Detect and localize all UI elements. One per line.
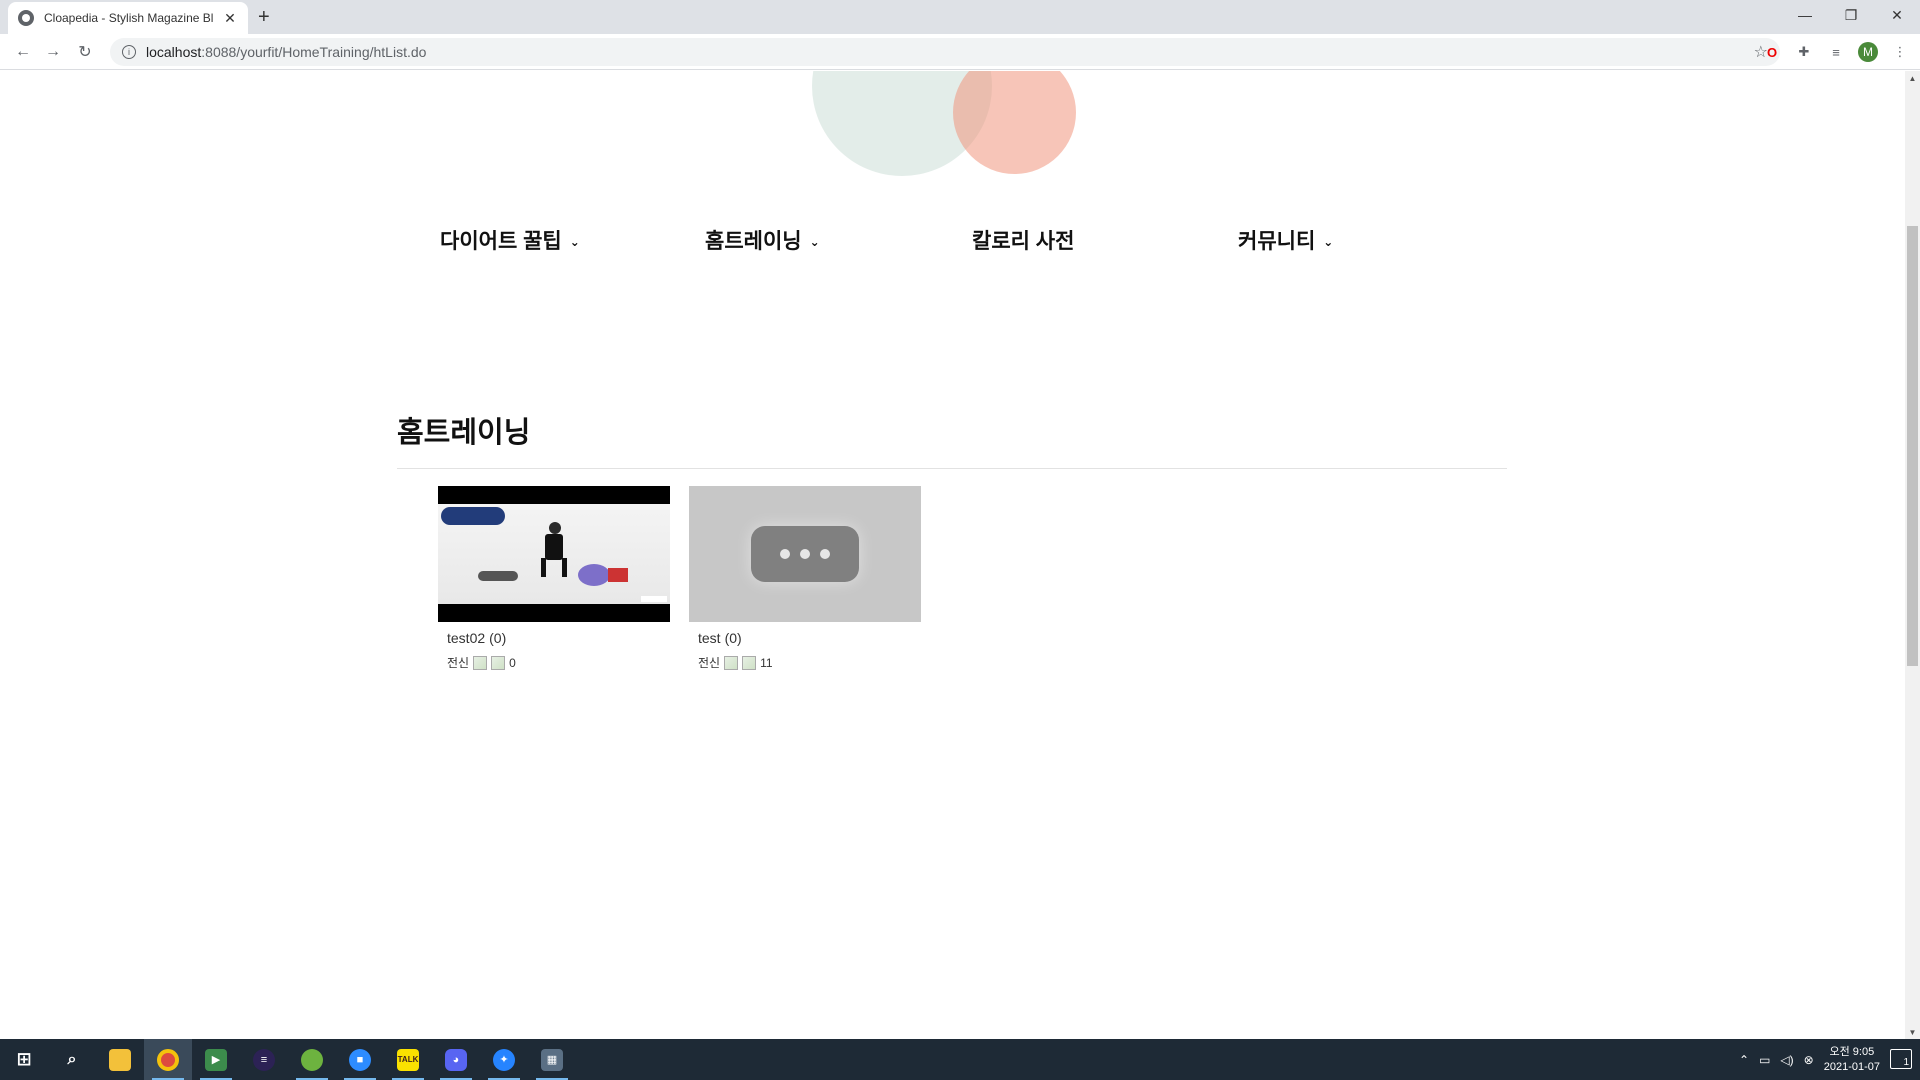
page-scrollbar[interactable]: ▲ ▼ <box>1905 71 1920 1039</box>
minimize-button[interactable]: — <box>1782 0 1828 30</box>
media-queue-icon[interactable]: ≡ <box>1826 42 1846 62</box>
restore-button[interactable]: ❐ <box>1828 0 1874 30</box>
network-icon[interactable]: ▭ <box>1759 1053 1770 1067</box>
scroll-thumb[interactable] <box>1907 226 1918 666</box>
scroll-up-arrow-icon[interactable]: ▲ <box>1905 71 1920 85</box>
clock-time: 오전 9:05 <box>1829 1045 1875 1058</box>
url-host: localhost <box>146 44 202 60</box>
card-meta: 전신 11 <box>689 654 921 671</box>
view-count: 11 <box>760 655 773 670</box>
discord-icon[interactable]: ◕ <box>432 1039 480 1080</box>
menu-item-label: 다이어트 꿀팁 <box>440 230 562 253</box>
comment-count: (0) <box>489 630 507 646</box>
volume-icon[interactable]: ◁) <box>1780 1053 1793 1067</box>
menu-item-label: 칼로리 사전 <box>972 230 1075 253</box>
trainer-figure <box>541 522 567 577</box>
close-window-button[interactable]: ✕ <box>1874 0 1920 30</box>
extension-area: O ✚ ≡ M ⋮ <box>1762 42 1910 62</box>
browser-tab[interactable]: Cloapedia - Stylish Magazine Bl ✕ <box>8 2 248 34</box>
sourcetree-icon[interactable]: ✦ <box>480 1039 528 1080</box>
chevron-up-icon[interactable]: ⌃ <box>1739 1053 1749 1067</box>
card-title[interactable]: test02 (0) <box>438 630 670 646</box>
card-title-text: test <box>698 630 721 646</box>
chevron-down-icon: ⌄ <box>569 235 580 249</box>
kebab-menu-icon[interactable]: ⋮ <box>1890 42 1910 62</box>
browser-tab-strip: Cloapedia - Stylish Magazine Bl ✕ + — ❐ … <box>0 0 1920 34</box>
calculator-icon[interactable]: ▦ <box>528 1039 576 1080</box>
forward-arrow-icon[interactable]: → <box>42 41 64 63</box>
taskbar: ⊞ ⌕ ▶ ≡ ■ TALK ◕ ✦ ▦ ⌃ ▭ ◁) ⊗ 오전 9:05 20… <box>0 1039 1920 1080</box>
profile-avatar[interactable]: M <box>1858 42 1878 62</box>
dumbbells <box>478 571 518 581</box>
exercise-ball <box>578 564 610 586</box>
back-arrow-icon[interactable]: ← <box>12 41 34 63</box>
broken-image-icon <box>742 655 757 670</box>
broken-image-icon <box>473 655 488 670</box>
zoom-icon[interactable]: ■ <box>336 1039 384 1080</box>
chevron-down-icon: ⌄ <box>809 235 820 249</box>
puzzle-extensions-icon[interactable]: ✚ <box>1794 42 1814 62</box>
window-controls: — ❐ ✕ <box>1782 0 1920 30</box>
new-tab-button[interactable]: + <box>258 6 270 29</box>
card-meta: 전신 0 <box>438 654 670 671</box>
windows-start-icon[interactable]: ⊞ <box>0 1039 48 1080</box>
kakaotalk-icon[interactable]: TALK <box>384 1039 432 1080</box>
menu-item-calorie-dictionary[interactable]: 칼로리 사전 <box>972 225 1074 255</box>
tab-title: Cloapedia - Stylish Magazine Bl <box>44 11 214 25</box>
logo-circle-salmon <box>953 71 1076 174</box>
menu-item-label: 홈트레이닝 <box>705 230 802 253</box>
browser-toolbar: ← → ↻ i localhost:8088/yourfit/HomeTrain… <box>0 34 1920 70</box>
address-bar[interactable]: i localhost:8088/yourfit/HomeTraining/ht… <box>110 38 1780 66</box>
chevron-down-icon: ⌄ <box>1323 235 1334 249</box>
training-card[interactable]: test02 (0) 전신 0 <box>438 486 670 671</box>
page-title: 홈트레이닝 <box>397 415 531 449</box>
channel-logo <box>441 507 505 525</box>
divider <box>397 468 1507 469</box>
view-count: 0 <box>509 655 516 670</box>
main-menu: 다이어트 꿀팁 ⌄ 홈트레이닝 ⌄ 칼로리 사전 커뮤니티 ⌄ <box>440 225 1510 261</box>
training-card[interactable]: test (0) 전신 11 <box>689 486 921 671</box>
broken-image-icon <box>491 655 506 670</box>
comment-count: (0) <box>724 630 742 646</box>
video-unavailable-icon <box>751 526 859 582</box>
taskbar-clock[interactable]: 오전 9:05 2021-01-07 <box>1824 1045 1880 1075</box>
reload-icon[interactable]: ↻ <box>74 41 96 63</box>
page-viewport: 다이어트 꿀팁 ⌄ 홈트레이닝 ⌄ 칼로리 사전 커뮤니티 ⌄ 홈트레이닝 te… <box>0 71 1905 1039</box>
notification-center-icon[interactable]: 1 <box>1890 1049 1912 1069</box>
broken-image-icon <box>724 655 739 670</box>
category-label: 전신 <box>698 656 721 670</box>
media-player-icon[interactable]: ▶ <box>192 1039 240 1080</box>
card-title[interactable]: test (0) <box>689 630 921 646</box>
opera-extension-icon[interactable]: O <box>1762 42 1782 62</box>
clock-date: 2021-01-07 <box>1823 1060 1880 1073</box>
scroll-down-arrow-icon[interactable]: ▼ <box>1905 1025 1920 1039</box>
card-title-text: test02 <box>447 630 486 646</box>
system-tray: ⌃ ▭ ◁) ⊗ 오전 9:05 2021-01-07 <box>1739 1039 1880 1080</box>
search-icon[interactable]: ⌕ <box>48 1039 96 1080</box>
menu-item-label: 커뮤니티 <box>1238 230 1316 253</box>
video-thumbnail[interactable] <box>689 486 921 622</box>
video-watermark <box>641 596 667 602</box>
tab-close-icon[interactable]: ✕ <box>222 10 238 27</box>
status-x-icon[interactable]: ⊗ <box>1804 1053 1814 1067</box>
site-info-icon[interactable]: i <box>122 45 136 59</box>
file-explorer-icon[interactable] <box>96 1039 144 1080</box>
menu-item-community[interactable]: 커뮤니티 ⌄ <box>1238 225 1333 255</box>
category-label: 전신 <box>447 656 470 670</box>
menu-item-home-training[interactable]: 홈트레이닝 ⌄ <box>705 225 820 255</box>
bench <box>608 568 628 582</box>
eclipse-icon[interactable]: ≡ <box>240 1039 288 1080</box>
globe-icon <box>18 10 34 26</box>
chrome-icon[interactable] <box>144 1039 192 1080</box>
menu-item-diet-tips[interactable]: 다이어트 꿀팁 ⌄ <box>440 225 580 255</box>
spring-tools-icon[interactable] <box>288 1039 336 1080</box>
url-path: :8088/yourfit/HomeTraining/htList.do <box>201 44 427 60</box>
video-thumbnail[interactable] <box>438 486 670 622</box>
